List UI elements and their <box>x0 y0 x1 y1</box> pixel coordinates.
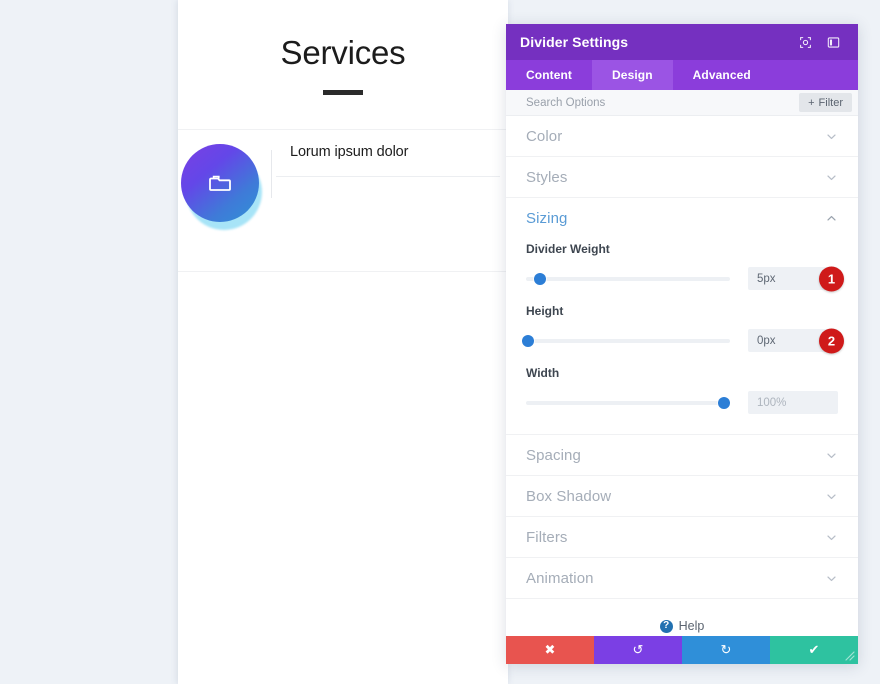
section-label-box-shadow: Box Shadow <box>526 487 612 505</box>
slider-height[interactable] <box>522 334 730 347</box>
section-styles: Styles <box>506 157 858 198</box>
divider-settings-panel: Divider Settings Content Design Advanced… <box>506 24 858 664</box>
control-height: Height 2 <box>522 304 844 353</box>
section-animation: Animation <box>506 558 858 599</box>
undo-button[interactable]: ↺ <box>594 636 682 664</box>
label-width: Width <box>526 366 560 380</box>
service-divider-rule[interactable] <box>276 176 500 177</box>
chevron-down-icon <box>825 531 838 544</box>
value-input-width[interactable] <box>748 391 838 414</box>
slider-divider-weight[interactable] <box>526 272 730 285</box>
service-icon-circle <box>181 144 259 222</box>
slider-width[interactable] <box>526 396 730 409</box>
close-icon: ✖ <box>544 642 556 657</box>
slider-handle-width[interactable] <box>717 396 730 409</box>
section-color: Color <box>506 116 858 157</box>
help-link[interactable]: Help <box>679 619 705 633</box>
panel-titlebar: Divider Settings <box>506 24 858 60</box>
section-sizing: Sizing Divider Weight 1 <box>506 198 858 435</box>
panel-tab-bar: Content Design Advanced <box>506 60 858 90</box>
slider-handle-height[interactable] <box>522 334 535 347</box>
label-divider-weight: Divider Weight <box>526 242 610 256</box>
section-filters: Filters <box>506 517 858 558</box>
control-divider-weight: Divider Weight 1 <box>526 242 844 291</box>
sizing-controls: Divider Weight 1 Height <box>506 238 858 434</box>
redo-icon: ↻ <box>720 642 732 657</box>
undo-icon: ↺ <box>632 642 644 657</box>
filter-button-label: Filter <box>818 96 843 109</box>
step-badge-2: 2 <box>819 328 844 353</box>
service-blurb-row: Lorum ipsum dolor <box>178 130 508 272</box>
responsive-preview-icon[interactable] <box>794 31 816 53</box>
service-title: Lorum ipsum dolor <box>290 144 409 160</box>
slider-handle-divider-weight[interactable] <box>534 272 547 285</box>
search-input[interactable] <box>526 96 800 109</box>
section-spacing: Spacing <box>506 435 858 476</box>
control-width: Width <box>526 366 838 414</box>
search-options-row: + Filter <box>506 90 858 116</box>
tab-content[interactable]: Content <box>506 60 592 90</box>
section-label-sizing: Sizing <box>526 209 568 227</box>
chevron-down-icon <box>825 449 838 462</box>
website-preview-canvas: Services Lorum ipsum dolor <box>178 0 508 684</box>
chevron-down-icon <box>825 490 838 503</box>
filter-button[interactable]: + Filter <box>799 93 852 112</box>
tab-design[interactable]: Design <box>592 60 673 90</box>
section-header-animation[interactable]: Animation <box>506 558 858 598</box>
section-header-filters[interactable]: Filters <box>506 517 858 557</box>
panel-action-bar: ✖ ↺ ↻ ✔ <box>506 636 858 664</box>
section-label-filters: Filters <box>526 528 568 546</box>
section-header-color[interactable]: Color <box>506 116 858 156</box>
chevron-down-icon <box>825 572 838 585</box>
plus-icon: + <box>808 96 815 109</box>
page-title: Services <box>280 34 406 71</box>
folder-icon <box>209 175 231 191</box>
section-label-styles: Styles <box>526 168 568 186</box>
panel-options-body[interactable]: Color Styles Sizing Divider Weight 5px 1… <box>506 116 858 636</box>
section-header-box-shadow[interactable]: Box Shadow <box>506 476 858 516</box>
section-header-styles[interactable]: Styles <box>506 157 858 197</box>
resize-handle[interactable] <box>842 648 858 664</box>
tab-advanced[interactable]: Advanced <box>673 60 771 90</box>
panel-layout-icon[interactable] <box>822 31 844 53</box>
label-height: Height <box>526 304 564 318</box>
panel-title: Divider Settings <box>520 34 629 50</box>
section-header-spacing[interactable]: Spacing <box>506 435 858 475</box>
hero-divider-rule[interactable] <box>323 90 363 95</box>
section-box-shadow: Box Shadow <box>506 476 858 517</box>
service-vertical-rule <box>271 150 272 198</box>
help-row: ? Help <box>506 599 858 636</box>
chevron-down-icon <box>825 130 838 143</box>
section-header-sizing[interactable]: Sizing <box>506 198 858 238</box>
redo-button[interactable]: ↻ <box>682 636 770 664</box>
help-icon: ? <box>659 619 673 633</box>
check-icon: ✔ <box>808 642 820 657</box>
section-label-color: Color <box>526 127 563 145</box>
hero-section: Services <box>178 0 508 130</box>
section-label-animation: Animation <box>526 569 594 587</box>
chevron-down-icon <box>825 171 838 184</box>
section-label-spacing: Spacing <box>526 446 581 464</box>
cancel-button[interactable]: ✖ <box>506 636 594 664</box>
step-badge-1: 1 <box>819 266 844 291</box>
chevron-up-icon <box>825 212 838 225</box>
service-icon-wrap[interactable] <box>180 140 266 230</box>
